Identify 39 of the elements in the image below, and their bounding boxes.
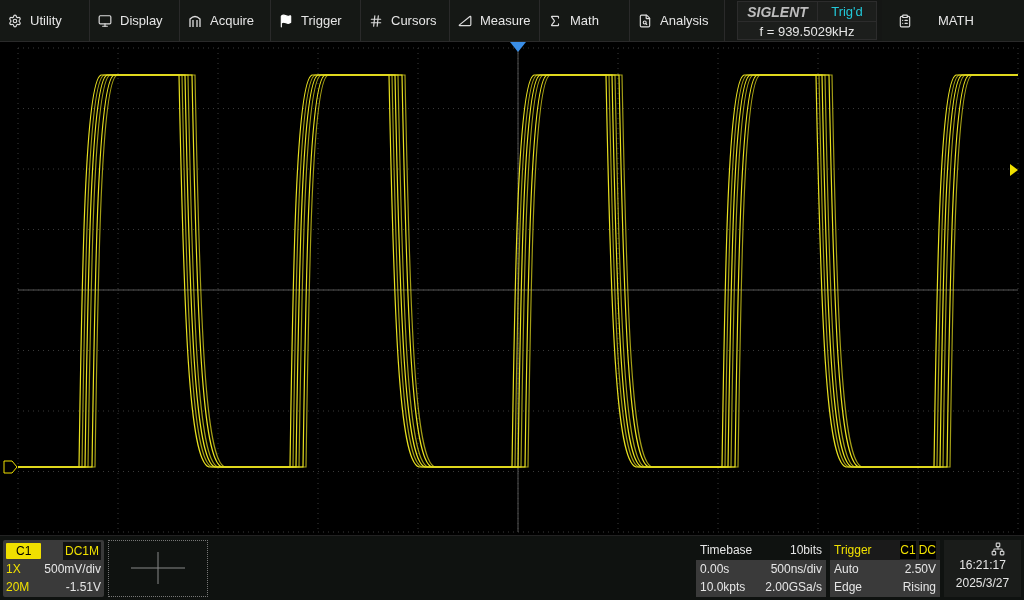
- timebase-title: Timebase: [700, 541, 753, 559]
- trigger-source: C1: [900, 540, 916, 559]
- trigger-status: Trig'd: [830, 3, 864, 21]
- trigger-level-marker[interactable]: [1010, 164, 1018, 176]
- trigger-title: Trigger: [834, 541, 872, 559]
- monitor-icon: [98, 13, 112, 28]
- magnifier-document-icon: [638, 13, 652, 28]
- bit-depth: 10bits: [789, 541, 822, 559]
- brand-logo: SIGLENT: [738, 2, 818, 21]
- grid-icon: [369, 13, 383, 28]
- flag-icon: [279, 13, 293, 28]
- plus-icon: [131, 552, 185, 584]
- math-icon: [548, 13, 562, 28]
- memory-depth: 10.0kpts: [700, 579, 746, 596]
- offset-value: -1.51V: [65, 578, 101, 596]
- trigger-slope: Rising: [902, 579, 936, 596]
- clock-time: 16:21:17: [959, 556, 1006, 574]
- vertical-scale: 500mV/div: [44, 560, 101, 578]
- probe-label: 1X: [6, 560, 21, 578]
- channel-label: C1: [6, 542, 42, 559]
- network-icon: [990, 541, 1005, 556]
- channel-ground-marker[interactable]: [3, 460, 18, 474]
- ruler-triangle-icon: [458, 13, 472, 28]
- sample-rate: 2.00GSa/s: [765, 579, 822, 596]
- delay-value: 0.00s: [700, 561, 730, 578]
- time-scale: 500ns/div: [770, 561, 822, 578]
- trigger-level: 2.50V: [904, 561, 936, 578]
- trigger-coupling: DC: [918, 540, 936, 559]
- coupling-label: DC1M: [63, 541, 101, 560]
- settings-icon: [8, 13, 22, 28]
- trigger-mode: Auto: [834, 561, 859, 578]
- clipboard-icon: [898, 13, 912, 28]
- add-channel-slot[interactable]: [108, 539, 208, 597]
- bandwidth-label: 20M: [6, 578, 30, 596]
- clock-date: 2025/3/27: [955, 574, 1010, 592]
- trigger-type: Edge: [834, 579, 863, 596]
- arch-icon: [188, 13, 202, 28]
- frequency-readout: f = 939.5029kHz: [758, 23, 856, 41]
- channel-panel[interactable]: C1 DC1M 1X 500mV/div 20M -1.51V: [3, 539, 104, 597]
